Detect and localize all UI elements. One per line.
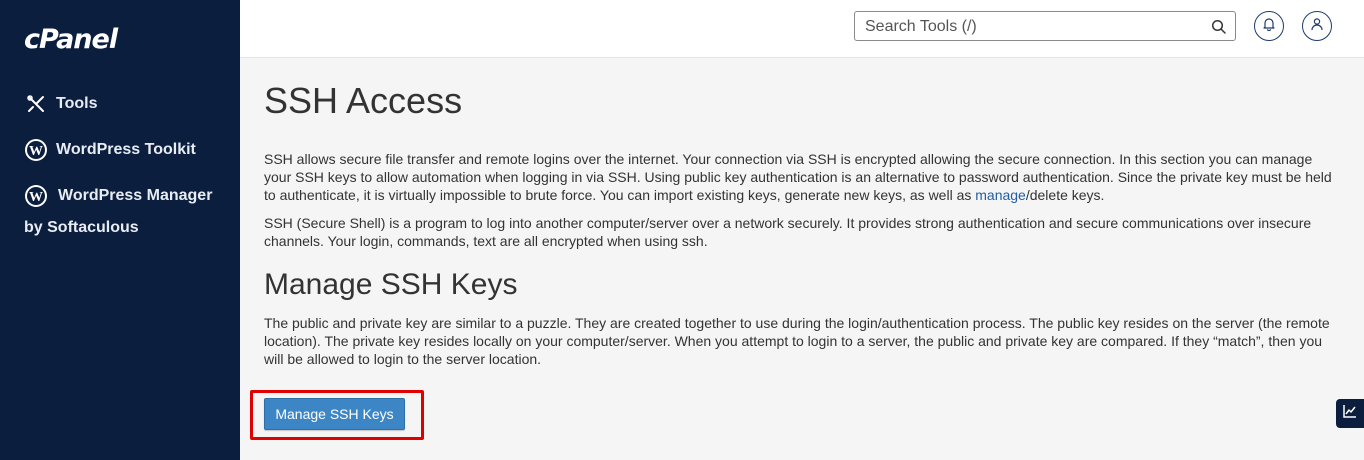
sidebar-item-wordpress-manager[interactable]: W WordPress Manager [24,184,212,208]
search-box[interactable] [854,11,1236,41]
section-title: Manage SSH Keys [264,268,518,301]
svg-text:W: W [29,144,43,159]
topbar [240,0,1364,58]
sidebar-item-label-line2[interactable]: by Softaculous [24,219,139,237]
sidebar-item-label: WordPress Toolkit [56,141,196,158]
page-title: SSH Access [264,80,463,121]
sidebar: cPanel Tools W WordPress Toolkit W WordP… [0,0,240,460]
svg-text:W: W [29,190,43,205]
wordpress-icon: W [24,184,48,208]
user-menu-button[interactable] [1302,11,1332,41]
sidebar-item-label: WordPress Manager [58,187,213,204]
manage-ssh-keys-button[interactable]: Manage SSH Keys [264,398,405,430]
stats-toggle-button[interactable] [1336,399,1364,428]
chart-icon [1343,404,1357,423]
section-description: The public and private key are similar t… [264,315,1330,367]
intro-paragraph: SSH allows secure file transfer and remo… [264,150,1340,204]
tools-icon [24,92,48,116]
search-icon[interactable] [1211,19,1227,40]
search-input[interactable] [863,17,1207,37]
intro-text: SSH allows secure file transfer and remo… [264,151,1332,203]
intro-text-end: /delete keys. [1025,187,1105,203]
ssh-description-paragraph: SSH (Secure Shell) is a program to log i… [264,215,1312,249]
sidebar-item-tools[interactable]: Tools [24,92,97,116]
cpanel-logo[interactable]: cPanel [24,24,118,55]
sidebar-item-wordpress-toolkit[interactable]: W WordPress Toolkit [24,138,196,162]
manage-keys-link[interactable]: manage [975,187,1026,203]
notifications-button[interactable] [1254,11,1284,41]
wordpress-icon: W [24,138,48,162]
user-icon [1310,17,1324,36]
bell-icon [1262,17,1276,36]
sidebar-item-label: Tools [56,95,98,112]
